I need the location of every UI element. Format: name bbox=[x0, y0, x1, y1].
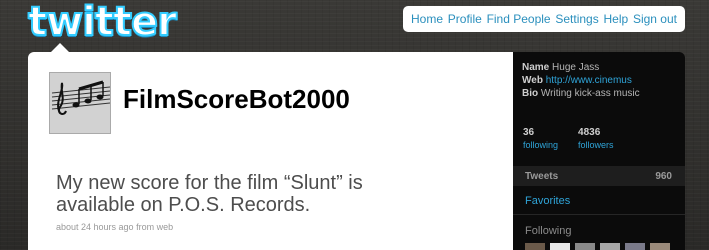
following-avatar[interactable] bbox=[575, 243, 595, 250]
nav-profile[interactable]: Profile bbox=[448, 12, 482, 26]
avatar[interactable] bbox=[49, 72, 111, 134]
tweets-count: 960 bbox=[655, 170, 672, 182]
following-avatars bbox=[525, 243, 670, 250]
bio-value: Writing kick-ass music bbox=[540, 88, 640, 99]
follow-stats: 36 following 4836 followers bbox=[523, 126, 614, 151]
tweet-source[interactable]: from web bbox=[136, 222, 173, 232]
profile-info: Name Huge Jass Web http://www.cinemus Bi… bbox=[522, 61, 677, 100]
web-link[interactable]: http://www.cinemus bbox=[546, 75, 632, 86]
profile-username: FilmScoreBot2000 bbox=[123, 84, 350, 114]
nav-help[interactable]: Help bbox=[604, 12, 629, 26]
following-avatar[interactable] bbox=[625, 243, 645, 250]
twitter-logo[interactable]: twitter bbox=[27, 1, 178, 43]
bio-label: Bio bbox=[522, 88, 539, 99]
tweet-meta: about 24 hours ago from web bbox=[56, 222, 173, 232]
following-avatar[interactable] bbox=[600, 243, 620, 250]
following-avatar[interactable] bbox=[650, 243, 670, 250]
following-label: following bbox=[523, 140, 559, 150]
name-value: Huge Jass bbox=[552, 62, 600, 73]
following-avatar[interactable] bbox=[550, 243, 570, 250]
nav-sign-out[interactable]: Sign out bbox=[633, 12, 677, 26]
following-count: 36 bbox=[523, 127, 535, 138]
followers-stat[interactable]: 4836 followers bbox=[578, 126, 614, 151]
sheet-music-icon bbox=[50, 73, 110, 133]
top-nav: Home Profile Find People Settings Help S… bbox=[403, 6, 685, 32]
tweet-timestamp[interactable]: about 24 hours ago bbox=[56, 222, 134, 232]
nav-find-people[interactable]: Find People bbox=[487, 12, 551, 26]
nav-settings[interactable]: Settings bbox=[555, 12, 598, 26]
tweets-tab[interactable]: Tweets 960 bbox=[513, 166, 685, 186]
tweets-label: Tweets bbox=[525, 170, 559, 182]
web-row: Web http://www.cinemus bbox=[522, 74, 677, 87]
nav-home[interactable]: Home bbox=[411, 12, 443, 26]
followers-label: followers bbox=[578, 140, 614, 150]
followers-count: 4836 bbox=[578, 127, 601, 138]
main-panel: FilmScoreBot2000 My new score for the fi… bbox=[28, 52, 513, 250]
sidebar-divider bbox=[513, 214, 685, 215]
name-row: Name Huge Jass bbox=[522, 61, 677, 74]
web-label: Web bbox=[522, 75, 543, 86]
following-avatar[interactable] bbox=[525, 243, 545, 250]
profile-sidebar: Name Huge Jass Web http://www.cinemus Bi… bbox=[513, 52, 685, 250]
name-label: Name bbox=[522, 62, 550, 73]
following-heading: Following bbox=[525, 225, 572, 237]
bio-row: Bio Writing kick-ass music bbox=[522, 87, 677, 100]
tweet-text: My new score for the film “Slunt” is ava… bbox=[56, 172, 363, 216]
following-stat[interactable]: 36 following bbox=[523, 126, 558, 151]
favorites-link[interactable]: Favorites bbox=[525, 195, 570, 207]
